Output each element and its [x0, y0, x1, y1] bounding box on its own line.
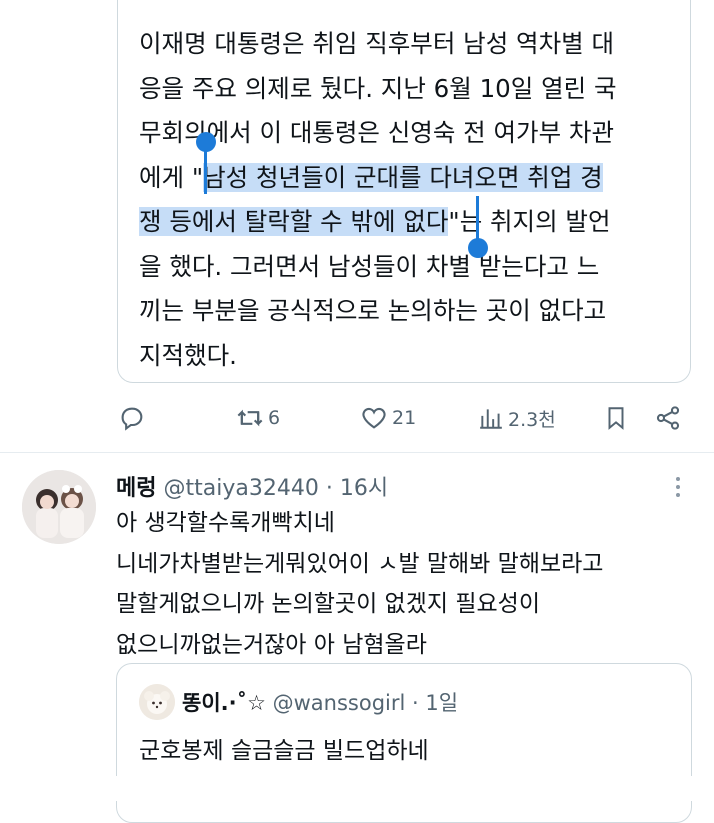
separator-dot: · — [325, 476, 333, 501]
selected-text[interactable]: 쟁 등에서 탈락할 수 밖에 없다 — [139, 207, 449, 236]
heart-icon — [360, 404, 388, 432]
quoted-line: 무회의에서 이 대통령은 신영숙 전 여가부 차관 — [139, 111, 679, 156]
tweet-action-bar: 6 21 2.3천 — [0, 400, 714, 436]
views-count: 2.3천 — [508, 408, 556, 431]
quoted-line-text: 에게 " — [139, 162, 204, 192]
selection-end-handle[interactable] — [468, 238, 488, 258]
user-name[interactable]: 메렁 — [116, 476, 156, 501]
quoted-line-text: 지적했다. — [139, 340, 237, 370]
quoted-line-text: 응을 주요 의제로 뒀다. 지난 6월 10일 열린 국 — [139, 73, 617, 103]
like-count: 21 — [392, 407, 417, 429]
like-button[interactable]: 21 — [360, 404, 416, 432]
selection-start-caret[interactable] — [204, 148, 207, 194]
nested-quote-text: 군호봉제 슬금슬금 빌드업하네 — [139, 731, 429, 771]
separator-dot: · — [412, 691, 419, 715]
quoted-line-text: 이재명 대통령은 취임 직후부터 남성 역차별 대 — [139, 29, 614, 58]
timestamp[interactable]: 16시 — [340, 476, 388, 501]
quoted-line: 을 했다. 그러면서 남성들이 차별 받는다고 느 — [139, 245, 679, 290]
avatar[interactable] — [22, 470, 96, 544]
quoted-line: 에게 "남성 청년들이 군대를 다녀오면 취업 경 — [139, 156, 679, 201]
quoted-line-text: "는 취지의 발언 — [448, 207, 611, 236]
bookmark-button[interactable] — [603, 404, 629, 432]
nested-user-name[interactable]: 똥이.·˚☆ — [182, 691, 266, 715]
nested-user-handle[interactable]: @wanssogirl — [273, 691, 406, 715]
selection-end-caret[interactable] — [476, 196, 479, 242]
reply-text: 아 생각할수록개빡치네 니네가차별받는게뭐있어이 ㅅ발 말해봐 말해보라고 말할… — [116, 503, 603, 665]
divider — [0, 452, 714, 453]
bookmark-icon — [603, 404, 629, 432]
selected-text[interactable]: 남성 청년들이 군대를 다녀오면 취업 경 — [203, 162, 603, 192]
share-icon — [654, 404, 682, 432]
reply-line: 아 생각할수록개빡치네 — [116, 510, 335, 536]
reply-button[interactable] — [118, 404, 146, 432]
quoted-tweet-text: 이재명 대통령은 취임 직후부터 남성 역차별 대 응을 주요 의제로 뒀다. … — [139, 22, 679, 378]
reply-line: 니네가차별받는게뭐있어이 ㅅ발 말해봐 말해보라고 — [116, 550, 604, 577]
quoted-line-text: 을 했다. 그러면서 남성들이 차별 받는다고 느 — [139, 251, 600, 281]
more-options-icon[interactable] — [668, 474, 688, 500]
nested-line: 군호봉제 슬금슬금 빌드업하네 — [139, 738, 429, 764]
views-button[interactable]: 2.3천 — [478, 404, 556, 432]
views-icon — [478, 404, 504, 432]
reply-header: 메렁 @ttaiya32440 · 16시 — [116, 470, 388, 502]
quoted-line: 쟁 등에서 탈락할 수 밖에 없다"는 취지의 발언 — [139, 200, 679, 245]
nested-avatar — [139, 684, 175, 720]
quoted-line: 지적했다. — [139, 334, 679, 379]
quoted-line: 끼는 부분을 공식적으로 논의하는 곳이 없다고 — [139, 289, 679, 334]
quoted-line: 응을 주요 의제로 뒀다. 지난 6월 10일 열린 국 — [139, 67, 679, 112]
nested-timestamp[interactable]: 1일 — [425, 691, 458, 715]
retweet-count: 6 — [268, 407, 281, 429]
retweet-icon — [236, 404, 264, 432]
share-button[interactable] — [654, 404, 682, 432]
reply-line: 없으니까없는거잖아 아 남혐올라 — [116, 631, 427, 658]
bottom-cutoff — [0, 776, 714, 801]
quoted-line: 이재명 대통령은 취임 직후부터 남성 역차별 대 — [139, 22, 679, 67]
reply-line: 말할게없으니까 논의할곳이 없겠지 필요성이 — [116, 591, 540, 617]
nested-header: 똥이.·˚☆ @wanssogirl · 1일 — [182, 687, 458, 717]
user-handle[interactable]: @ttaiya32440 — [163, 476, 318, 501]
quoted-line-text: 끼는 부분을 공식적으로 논의하는 곳이 없다고 — [139, 296, 607, 325]
reply-icon — [118, 404, 146, 432]
retweet-button[interactable]: 6 — [236, 404, 280, 432]
